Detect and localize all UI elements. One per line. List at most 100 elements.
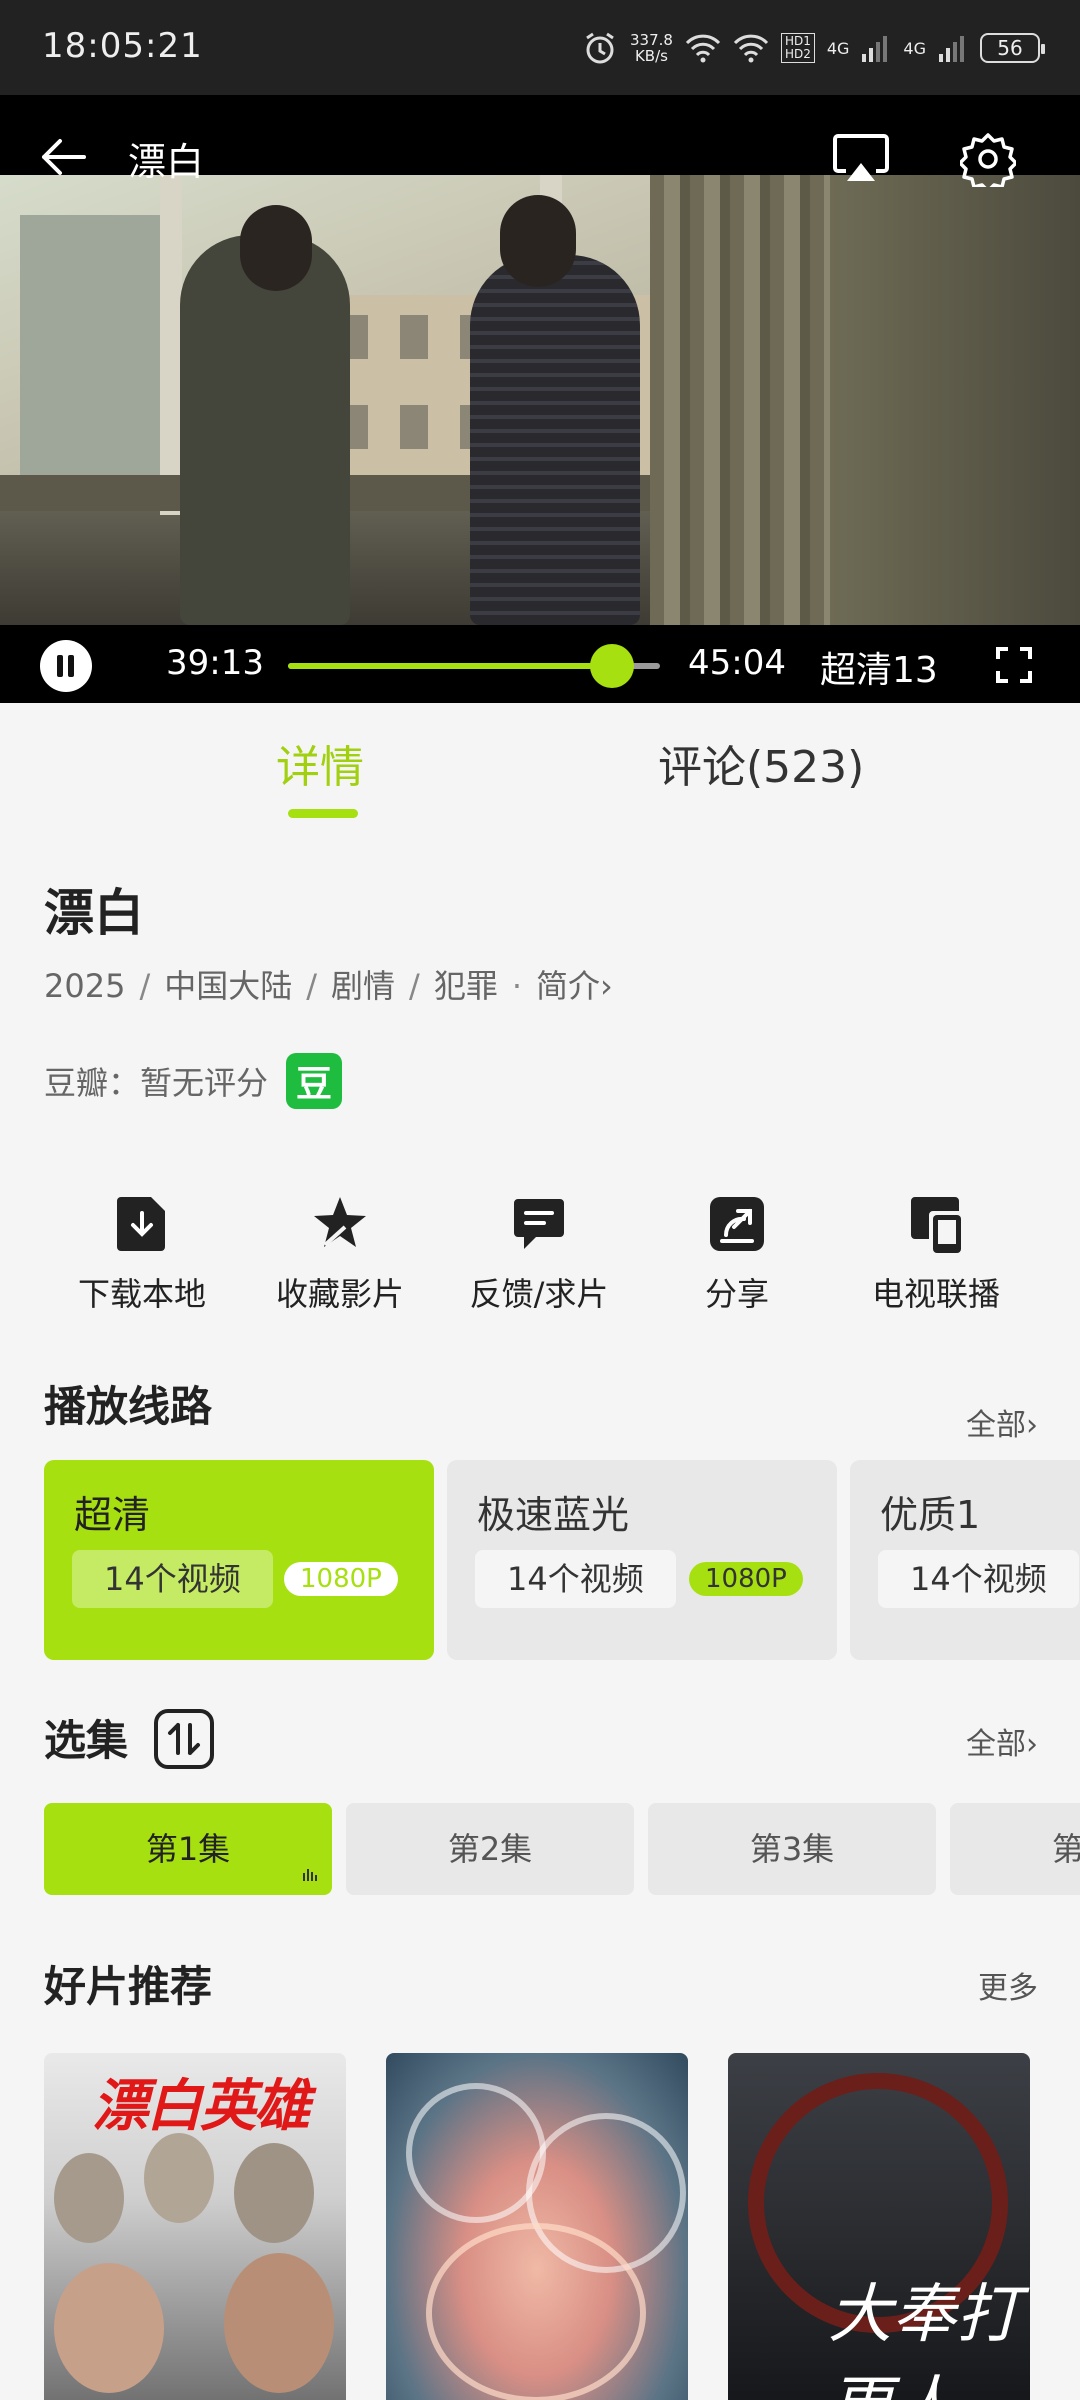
episode-label: 第4集 xyxy=(1051,1830,1080,1868)
action-label: 反馈/求片 xyxy=(469,1275,609,1313)
feedback-icon xyxy=(514,1199,564,1249)
movie-title: 漂白 xyxy=(44,884,144,942)
tab-bar: 详情 评论(523) xyxy=(0,703,1080,823)
route-count: 14个视频 xyxy=(72,1550,273,1608)
video-scene-curtain xyxy=(650,175,830,625)
fullscreen-icon[interactable] xyxy=(996,647,1032,683)
action-label: 下载本地 xyxy=(77,1275,206,1313)
meta-separator: / xyxy=(306,967,318,1005)
battery-level: 56 xyxy=(997,36,1023,60)
signal-icon-2 xyxy=(939,36,964,62)
episode-list: 第1集 第2集 第3集 第4集 xyxy=(44,1803,1080,1895)
current-time: 39:13 xyxy=(166,643,264,683)
meta-dot: · xyxy=(511,967,522,1005)
video-frame[interactable] xyxy=(0,175,1080,625)
recommend-poster[interactable] xyxy=(386,2053,688,2400)
episodes-more-link[interactable]: 全部› xyxy=(966,1719,1038,1763)
episode-button[interactable]: 第3集 xyxy=(648,1803,936,1895)
tab-active-indicator xyxy=(288,809,358,818)
episode-button[interactable]: 第1集 xyxy=(44,1803,332,1895)
share-button[interactable]: 分享 xyxy=(637,1193,837,1315)
video-player[interactable]: 漂白 39:13 45:04 超清13 xyxy=(0,95,1080,703)
player-controls: 39:13 45:04 超清13 xyxy=(0,625,1080,703)
route-resolution: 1080P xyxy=(284,1562,398,1596)
action-label: 电视联播 xyxy=(871,1275,1000,1313)
player-top-bar: 漂白 xyxy=(0,95,1080,187)
route-name: 超清 xyxy=(74,1493,151,1537)
total-time: 45:04 xyxy=(688,643,786,683)
quality-selector[interactable]: 超清13 xyxy=(820,641,938,693)
share-icon xyxy=(710,1197,764,1251)
signal-4g-label: 4G xyxy=(826,38,850,58)
alarm-icon xyxy=(586,32,614,64)
signal-icon xyxy=(862,36,888,62)
airplay-cast-icon[interactable] xyxy=(832,133,890,185)
back-arrow-icon[interactable] xyxy=(38,137,88,177)
douban-rating: 豆瓣：暂无评分 xyxy=(44,1064,269,1102)
download-icon xyxy=(117,1197,165,1251)
route-card[interactable]: 极速蓝光 14个视频 1080P xyxy=(447,1460,837,1660)
net-speed-value: 337.8 xyxy=(629,31,673,49)
movie-year: 2025 xyxy=(44,967,126,1005)
recommend-poster[interactable]: 漂白英雄 xyxy=(44,2053,346,2400)
player-title: 漂白 xyxy=(128,140,205,184)
meta-separator: / xyxy=(139,967,151,1005)
routes-more-link[interactable]: 全部› xyxy=(966,1400,1038,1444)
route-list: 超清 14个视频 1080P 极速蓝光 14个视频 1080P 优质1 14个视… xyxy=(44,1460,1080,1660)
status-bar: 18:05:21 337.8 KB/s HD1 HD2 4G 4G 56 xyxy=(0,0,1080,95)
episode-button[interactable]: 第2集 xyxy=(346,1803,634,1895)
recommend-poster[interactable]: 大奉打更人 xyxy=(728,2053,1030,2400)
download-button[interactable]: 下载本地 xyxy=(42,1193,242,1315)
movie-genre: 剧情 xyxy=(331,967,396,1005)
tv-cast-button[interactable]: 电视联播 xyxy=(836,1193,1036,1315)
recs-title: 好片推荐 xyxy=(44,1962,213,2011)
pause-button[interactable] xyxy=(40,640,92,692)
action-row: 下载本地 收藏影片 反馈/求片 分享 电视联播 xyxy=(0,1193,1080,1323)
episode-label: 第2集 xyxy=(447,1830,533,1868)
wifi-icon xyxy=(685,34,721,63)
feedback-button[interactable]: 反馈/求片 xyxy=(439,1193,639,1315)
tab-comments[interactable]: 评论(523) xyxy=(658,731,864,795)
star-icon xyxy=(314,1197,366,1247)
hd-badge: HD1 HD2 xyxy=(780,33,815,63)
intro-link[interactable]: 简介› xyxy=(536,967,613,1005)
video-scene-person xyxy=(470,195,640,625)
tv-cast-icon xyxy=(911,1197,961,1253)
sort-swap-icon[interactable] xyxy=(152,1707,216,1771)
movie-meta: 2025 / 中国大陆 / 剧情 / 犯罪 · 简介› xyxy=(44,961,613,1007)
recommend-list: 漂白英雄 大奉打更人 xyxy=(44,2053,1080,2400)
route-count: 14个视频 xyxy=(475,1550,676,1608)
tab-detail[interactable]: 详情 xyxy=(276,731,364,795)
poster-title: 大奉打更人 xyxy=(828,2278,1020,2400)
seek-bar-fill xyxy=(288,663,612,669)
seek-bar[interactable] xyxy=(288,644,660,688)
detail-content: 详情 评论(523) 漂白 2025 / 中国大陆 / 剧情 / 犯罪 · 简介› 豆瓣：暂无评… xyxy=(0,703,1080,2400)
rating-row: 豆瓣：暂无评分 豆 xyxy=(44,1053,343,1109)
hd2-label: HD2 xyxy=(784,47,811,61)
route-name: 优质1 xyxy=(880,1493,981,1537)
favorite-button[interactable]: 收藏影片 xyxy=(240,1193,440,1315)
episode-button[interactable]: 第4集 xyxy=(950,1803,1080,1895)
action-label: 分享 xyxy=(704,1275,769,1313)
movie-region: 中国大陆 xyxy=(164,967,293,1005)
status-time: 18:05:21 xyxy=(42,26,203,66)
episode-label: 第1集 xyxy=(145,1830,231,1868)
recs-more-link[interactable]: 更多 xyxy=(978,1963,1038,2007)
net-speed-unit: KB/s xyxy=(634,47,668,65)
poster-title: 漂白英雄 xyxy=(92,2074,310,2139)
douban-badge[interactable]: 豆 xyxy=(286,1053,343,1109)
wifi-icon-2 xyxy=(733,34,769,63)
video-scene-person xyxy=(180,205,350,625)
episodes-title: 选集 xyxy=(44,1716,129,1765)
seek-thumb[interactable] xyxy=(589,644,634,688)
gear-icon[interactable] xyxy=(960,131,1016,187)
movie-genre: 犯罪 xyxy=(433,967,498,1005)
status-icons: 337.8 KB/s HD1 HD2 4G 4G 56 xyxy=(582,28,1045,68)
net-speed: 337.8 KB/s xyxy=(630,32,673,64)
route-card[interactable]: 超清 14个视频 1080P xyxy=(44,1460,434,1660)
route-name: 极速蓝光 xyxy=(477,1493,630,1537)
route-card[interactable]: 优质1 14个视频 xyxy=(850,1460,1080,1660)
episode-label: 第3集 xyxy=(749,1830,835,1868)
action-label: 收藏影片 xyxy=(275,1275,404,1313)
route-count: 14个视频 xyxy=(878,1550,1079,1608)
